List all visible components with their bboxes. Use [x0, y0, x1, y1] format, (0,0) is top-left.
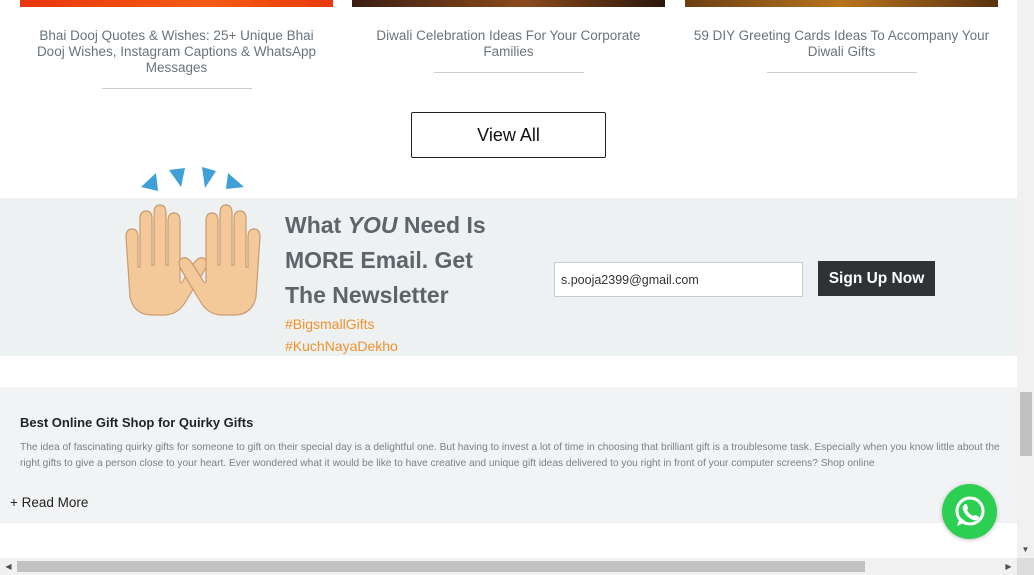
scroll-left-icon[interactable]: ◀	[0, 558, 17, 575]
hashtag: #BigsmallGifts	[285, 316, 375, 332]
vertical-scrollbar-thumb[interactable]	[1020, 392, 1032, 456]
scrollbar-corner	[1017, 558, 1034, 575]
whatsapp-icon[interactable]	[942, 484, 997, 539]
raised-hands-icon	[125, 204, 261, 316]
scroll-right-icon[interactable]: ▶	[1000, 558, 1017, 575]
blog-card[interactable]: Diwali Celebration Ideas For Your Corpor…	[352, 0, 665, 73]
horizontal-scrollbar-thumb[interactable]	[17, 561, 865, 572]
scroll-down-icon[interactable]: ▼	[1017, 541, 1034, 558]
blog-card-title[interactable]: 59 DIY Greeting Cards Ideas To Accompany…	[685, 28, 998, 60]
sparkle-icon	[141, 167, 244, 191]
blog-card-thumbnail[interactable]	[20, 0, 333, 7]
hashtag: #KuchNayaDekho	[285, 338, 398, 354]
divider	[766, 72, 917, 73]
page: Bhai Dooj Quotes & Wishes: 25+ Unique Bh…	[0, 0, 1034, 575]
blog-card-title[interactable]: Bhai Dooj Quotes & Wishes: 25+ Unique Bh…	[20, 28, 333, 76]
email-field[interactable]	[554, 262, 803, 297]
read-more-link[interactable]: + Read More	[10, 495, 88, 510]
blog-card[interactable]: Bhai Dooj Quotes & Wishes: 25+ Unique Bh…	[20, 0, 333, 89]
blog-card-thumbnail[interactable]	[352, 0, 665, 7]
seo-text: The idea of fascinating quirky gifts for…	[20, 442, 1000, 469]
sign-up-button[interactable]: Sign Up Now	[818, 261, 935, 296]
divider	[101, 88, 252, 89]
blog-card[interactable]: 59 DIY Greeting Cards Ideas To Accompany…	[685, 0, 998, 73]
blog-card-thumbnail[interactable]	[685, 0, 998, 7]
vertical-scrollbar[interactable]	[1017, 0, 1034, 558]
newsletter-title: What YOU Need Is MORE Email. Get The New…	[285, 212, 486, 308]
blog-card-title[interactable]: Diwali Celebration Ideas For Your Corpor…	[352, 28, 665, 60]
seo-title: Best Online Gift Shop for Quirky Gifts	[20, 415, 254, 430]
whatsapp-glyph-icon	[955, 496, 984, 526]
view-all-button[interactable]: View All	[411, 112, 606, 158]
divider	[433, 72, 584, 73]
